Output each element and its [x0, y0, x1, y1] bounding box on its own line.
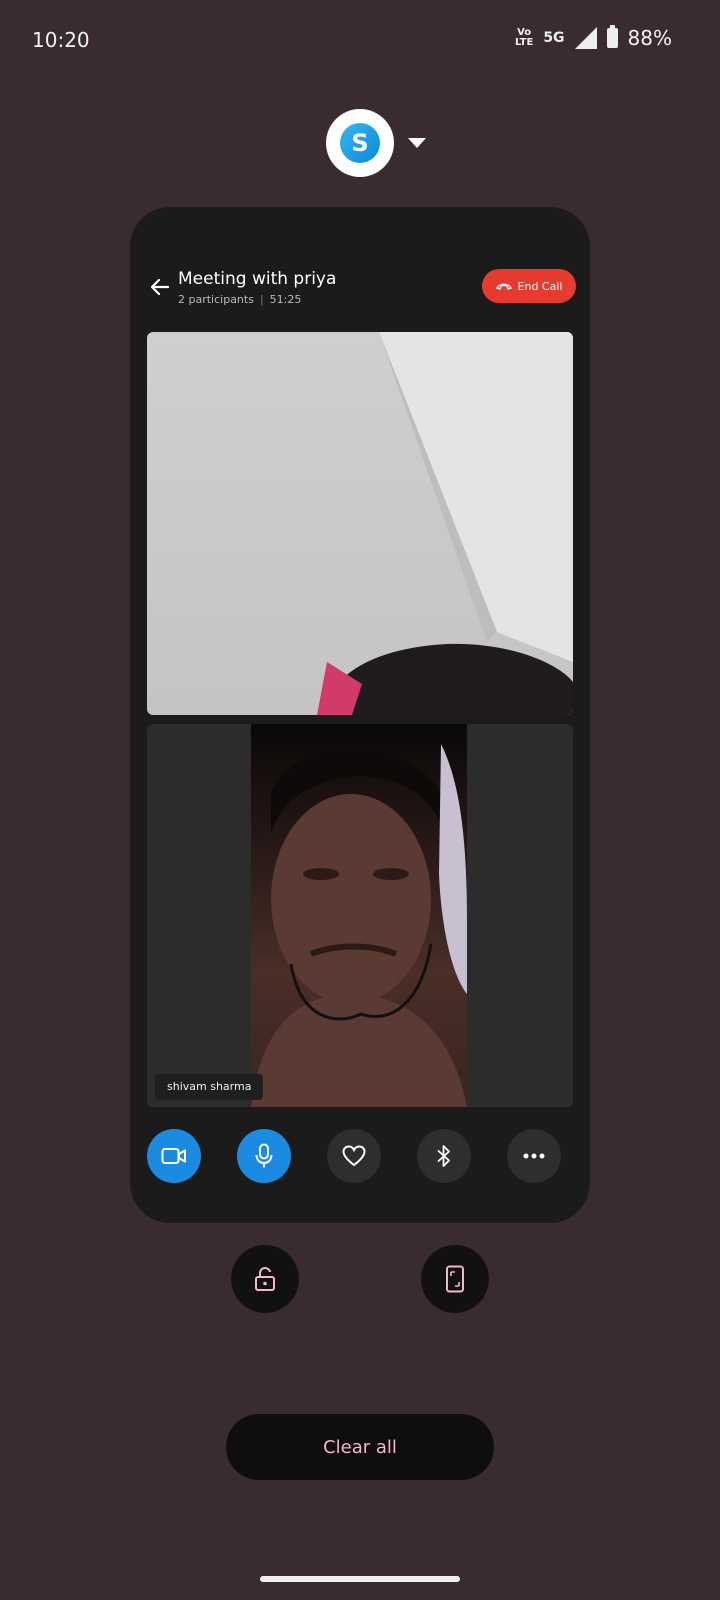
- bluetooth-button[interactable]: [417, 1129, 471, 1183]
- participants-count: 2 participants: [178, 293, 254, 306]
- skype-icon: S: [340, 123, 380, 163]
- meeting-subtitle: 2 participants | 51:25: [178, 293, 301, 306]
- status-time: 10:20: [32, 28, 90, 52]
- remote-person: [251, 744, 467, 1107]
- microphone-icon: [255, 1143, 273, 1168]
- end-call-button[interactable]: End Call: [482, 269, 576, 303]
- video-camera-icon: [161, 1148, 186, 1164]
- home-gesture-bar[interactable]: [260, 1576, 460, 1582]
- microphone-toggle-button[interactable]: [237, 1129, 291, 1183]
- lock-app-button[interactable]: [231, 1245, 299, 1313]
- meeting-title: Meeting with priya: [178, 269, 337, 289]
- remote-video: shivam sharma: [147, 724, 573, 1107]
- separator: |: [259, 293, 264, 306]
- call-duration: 51:25: [269, 293, 302, 306]
- back-arrow-icon[interactable]: [148, 275, 172, 299]
- unlock-icon: [255, 1266, 275, 1291]
- volte-indicator: Vo LTE: [515, 28, 533, 48]
- app-icon-button[interactable]: S: [326, 109, 394, 177]
- battery-icon: [606, 25, 618, 48]
- status-icons: Vo LTE 5G 88%: [515, 25, 672, 50]
- signal-icon: [574, 27, 597, 49]
- recent-app-card[interactable]: Meeting with priya 2 participants | 51:2…: [130, 207, 590, 1223]
- react-button[interactable]: [327, 1129, 381, 1183]
- camera-toggle-button[interactable]: [147, 1129, 201, 1183]
- battery-percent: 88%: [627, 26, 672, 50]
- participant-name-tag: shivam sharma: [155, 1074, 264, 1100]
- hangup-icon: [495, 283, 512, 290]
- more-horizontal-icon: [523, 1153, 545, 1159]
- split-screen-button[interactable]: [421, 1245, 489, 1313]
- bluetooth-icon: [437, 1145, 450, 1167]
- remote-video-feed: [251, 724, 467, 1107]
- network-type: 5G: [543, 30, 565, 46]
- phone-screen-icon: [446, 1265, 464, 1293]
- volte-label-bottom: LTE: [514, 37, 534, 48]
- local-video: [147, 332, 573, 715]
- heart-icon: [342, 1145, 366, 1167]
- clear-all-button[interactable]: Clear all: [226, 1414, 494, 1480]
- chevron-down-icon[interactable]: [408, 138, 426, 148]
- end-call-label: End Call: [517, 279, 563, 293]
- local-video-frame: [317, 332, 573, 715]
- more-options-button[interactable]: [507, 1129, 561, 1183]
